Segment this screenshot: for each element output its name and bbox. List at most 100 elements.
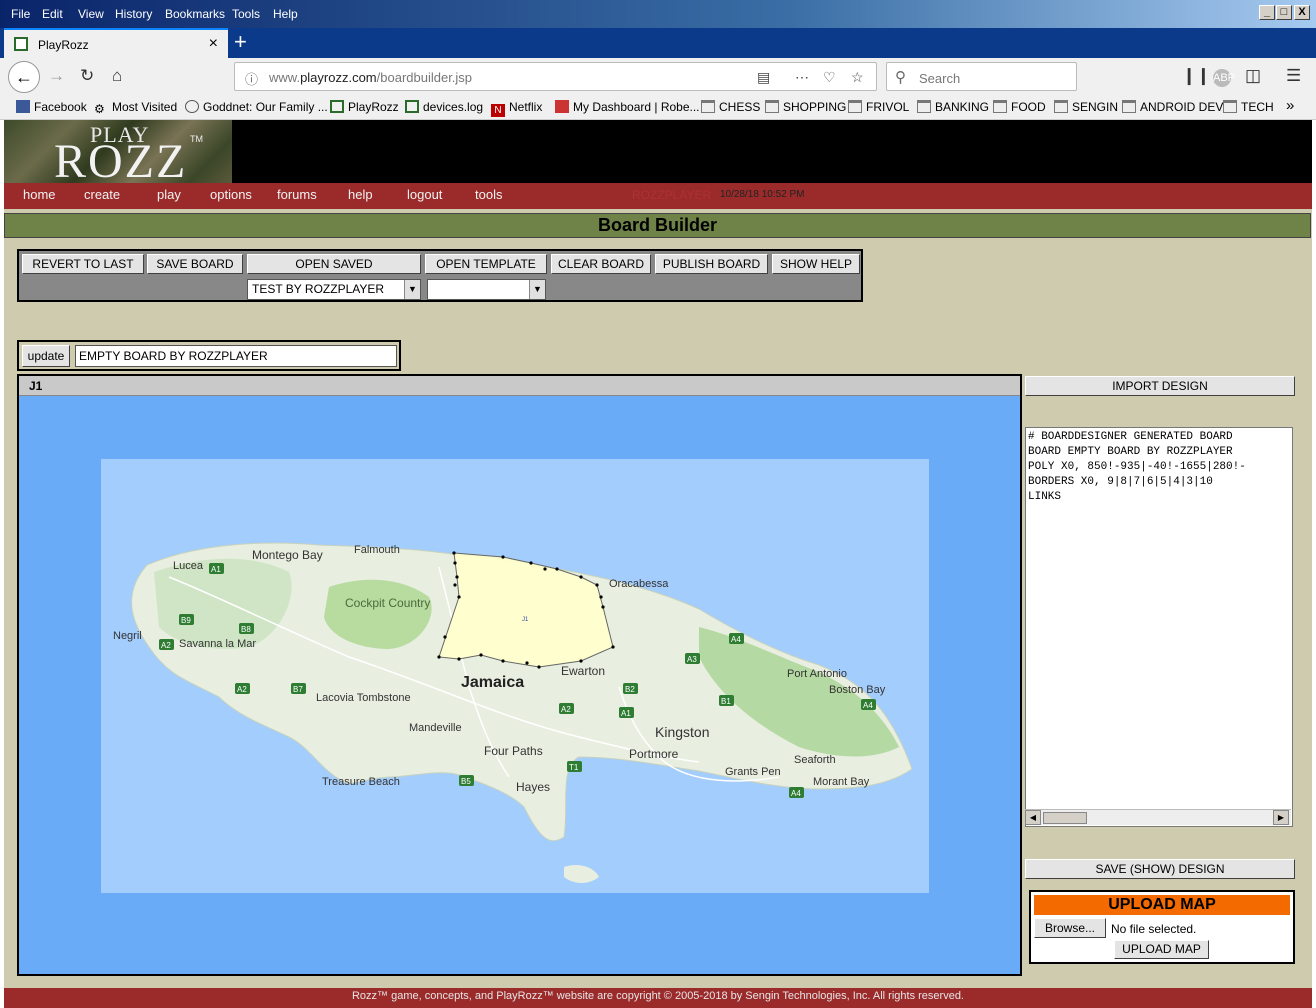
nav-forums[interactable]: forums bbox=[277, 187, 317, 202]
menu-history[interactable]: History bbox=[115, 7, 152, 21]
bookmark-star-icon[interactable]: ☆ bbox=[851, 69, 864, 86]
saved-boards-select[interactable]: TEST BY ROZZPLAYER ▼ bbox=[247, 279, 421, 300]
polygon-vertex[interactable] bbox=[529, 561, 533, 565]
open-saved-button[interactable]: OPEN SAVED bbox=[247, 254, 421, 274]
map-canvas[interactable]: J1 J1 Montego Bay Falmouth Lucea Cockpit… bbox=[17, 374, 1022, 976]
bookmark-folder-chess[interactable]: CHESS bbox=[701, 100, 760, 114]
menu-view[interactable]: View bbox=[78, 7, 104, 21]
reload-icon[interactable]: ↻ bbox=[80, 66, 94, 86]
polygon-vertex[interactable] bbox=[453, 583, 457, 587]
sidebar-icon[interactable]: ◫ bbox=[1245, 66, 1261, 86]
nav-options[interactable]: options bbox=[210, 187, 252, 202]
home-icon[interactable]: ⌂ bbox=[112, 66, 122, 86]
board-name-input[interactable]: EMPTY BOARD BY ROZZPLAYER bbox=[75, 345, 397, 367]
bookmark-facebook[interactable]: Facebook bbox=[16, 100, 87, 114]
scroll-right-icon[interactable]: ▶ bbox=[1273, 810, 1289, 825]
polygon-vertex[interactable] bbox=[457, 595, 461, 599]
import-design-button[interactable]: IMPORT DESIGN bbox=[1025, 376, 1295, 396]
pocket-icon[interactable]: ♡ bbox=[823, 69, 836, 86]
bookmark-folder-frivol[interactable]: FRIVOL bbox=[848, 100, 909, 114]
nav-create[interactable]: create bbox=[84, 187, 120, 202]
polygon-vertex[interactable] bbox=[579, 659, 583, 663]
search-input[interactable]: ⚲ Search bbox=[886, 62, 1077, 91]
tab-playrozz[interactable]: PlayRozz × bbox=[4, 28, 228, 58]
design-horizontal-scrollbar[interactable]: ◀ ▶ bbox=[1025, 809, 1291, 825]
polygon-vertex[interactable] bbox=[457, 657, 461, 661]
jamaica-map[interactable]: J1 Montego Bay Falmouth Lucea Cockpit Co… bbox=[19, 397, 1020, 974]
polygon-vertex[interactable] bbox=[453, 561, 457, 565]
polygon-vertex[interactable] bbox=[479, 653, 483, 657]
polygon-vertex[interactable] bbox=[555, 567, 559, 571]
menu-help[interactable]: Help bbox=[273, 7, 298, 21]
bookmark-playrozz[interactable]: PlayRozz bbox=[330, 100, 399, 114]
polygon-vertex[interactable] bbox=[437, 655, 441, 659]
bookmark-folder-banking[interactable]: BANKING bbox=[917, 100, 989, 114]
new-tab-icon[interactable]: + bbox=[234, 29, 247, 55]
maximize-button[interactable]: □ bbox=[1276, 5, 1292, 20]
polygon-vertex[interactable] bbox=[537, 665, 541, 669]
menu-bookmarks[interactable]: Bookmarks bbox=[165, 7, 225, 21]
bookmark-folder-android-dev[interactable]: ANDROID DEV bbox=[1122, 100, 1223, 114]
polygon-vertex[interactable] bbox=[443, 635, 447, 639]
chevron-down-icon[interactable]: ▼ bbox=[404, 280, 420, 299]
adblock-icon[interactable]: ABP bbox=[1213, 69, 1235, 87]
playrozz-logo[interactable]: PLAY ROZZ TM bbox=[4, 120, 232, 188]
polygon-vertex[interactable] bbox=[599, 595, 603, 599]
templates-select[interactable]: ▼ bbox=[427, 279, 546, 300]
tab-close-icon[interactable]: × bbox=[209, 35, 218, 53]
polygon-vertex[interactable] bbox=[595, 583, 599, 587]
bookmark-goddnet[interactable]: Goddnet: Our Family ... bbox=[185, 100, 328, 114]
nav-logout[interactable]: logout bbox=[407, 187, 442, 202]
polygon-vertex[interactable] bbox=[501, 555, 505, 559]
bookmark-netflix[interactable]: N Netflix bbox=[491, 100, 542, 117]
scroll-left-icon[interactable]: ◀ bbox=[1025, 810, 1041, 825]
upload-map-button[interactable]: UPLOAD MAP bbox=[1114, 940, 1209, 959]
bookmark-folder-shopping[interactable]: SHOPPING bbox=[765, 100, 846, 114]
revert-button[interactable]: REVERT TO LAST bbox=[22, 254, 144, 274]
library-icon[interactable]: ❙❙ bbox=[1182, 66, 1211, 86]
forward-icon[interactable]: → bbox=[48, 66, 65, 86]
close-window-button[interactable]: X bbox=[1294, 5, 1310, 20]
polygon-vertex[interactable] bbox=[543, 567, 547, 571]
chevron-down-icon[interactable]: ▼ bbox=[529, 280, 545, 299]
polygon-vertex[interactable] bbox=[525, 661, 529, 665]
menu-file[interactable]: File bbox=[11, 7, 30, 21]
polygon-vertex[interactable] bbox=[601, 605, 605, 609]
bookmark-folder-food[interactable]: FOOD bbox=[993, 100, 1046, 114]
url-text[interactable]: www.playrozz.com/boardbuilder.jsp bbox=[269, 70, 472, 85]
save-board-button[interactable]: SAVE BOARD bbox=[147, 254, 243, 274]
region-marker-j1[interactable]: J1 bbox=[522, 617, 529, 623]
reader-view-icon[interactable]: ▤ bbox=[757, 69, 770, 86]
polygon-vertex[interactable] bbox=[579, 575, 583, 579]
nav-help[interactable]: help bbox=[348, 187, 373, 202]
polygon-vertex[interactable] bbox=[452, 551, 456, 555]
nav-tools[interactable]: tools bbox=[475, 187, 502, 202]
bookmark-my-dashboard[interactable]: My Dashboard | Robe... bbox=[555, 100, 700, 114]
minimize-button[interactable]: _ bbox=[1259, 5, 1275, 20]
address-bar[interactable]: ⓘ www.playrozz.com/boardbuilder.jsp ▤ ⋯ … bbox=[234, 62, 877, 91]
scroll-thumb[interactable] bbox=[1043, 812, 1087, 824]
polygon-vertex[interactable] bbox=[501, 659, 505, 663]
open-template-button[interactable]: OPEN TEMPLATE bbox=[425, 254, 547, 274]
update-button[interactable]: update bbox=[22, 345, 70, 367]
back-icon[interactable]: ← bbox=[8, 61, 40, 93]
site-info-icon[interactable]: ⓘ bbox=[245, 69, 258, 88]
bookmark-most-visited[interactable]: ⚙ Most Visited bbox=[94, 100, 177, 116]
page-actions-icon[interactable]: ⋯ bbox=[795, 69, 809, 86]
menu-tools[interactable]: Tools bbox=[232, 7, 260, 21]
show-help-button[interactable]: SHOW HELP bbox=[772, 254, 860, 274]
hamburger-menu-icon[interactable]: ☰ bbox=[1286, 66, 1301, 86]
menu-edit[interactable]: Edit bbox=[42, 7, 63, 21]
design-textarea[interactable]: # BOARDDESIGNER GENERATED BOARD BOARD EM… bbox=[1025, 427, 1293, 827]
bookmark-folder-sengin[interactable]: SENGIN bbox=[1054, 100, 1118, 114]
clear-board-button[interactable]: CLEAR BOARD bbox=[551, 254, 651, 274]
save-show-design-button[interactable]: SAVE (SHOW) DESIGN bbox=[1025, 859, 1295, 879]
nav-home[interactable]: home bbox=[23, 187, 56, 202]
bookmarks-overflow-icon[interactable]: » bbox=[1286, 97, 1294, 114]
polygon-vertex[interactable] bbox=[611, 645, 615, 649]
bookmark-folder-tech[interactable]: TECH bbox=[1223, 100, 1274, 114]
publish-board-button[interactable]: PUBLISH BOARD bbox=[655, 254, 768, 274]
browse-button[interactable]: Browse... bbox=[1034, 918, 1106, 938]
bookmark-devices-log[interactable]: devices.log bbox=[405, 100, 483, 114]
polygon-vertex[interactable] bbox=[455, 575, 459, 579]
